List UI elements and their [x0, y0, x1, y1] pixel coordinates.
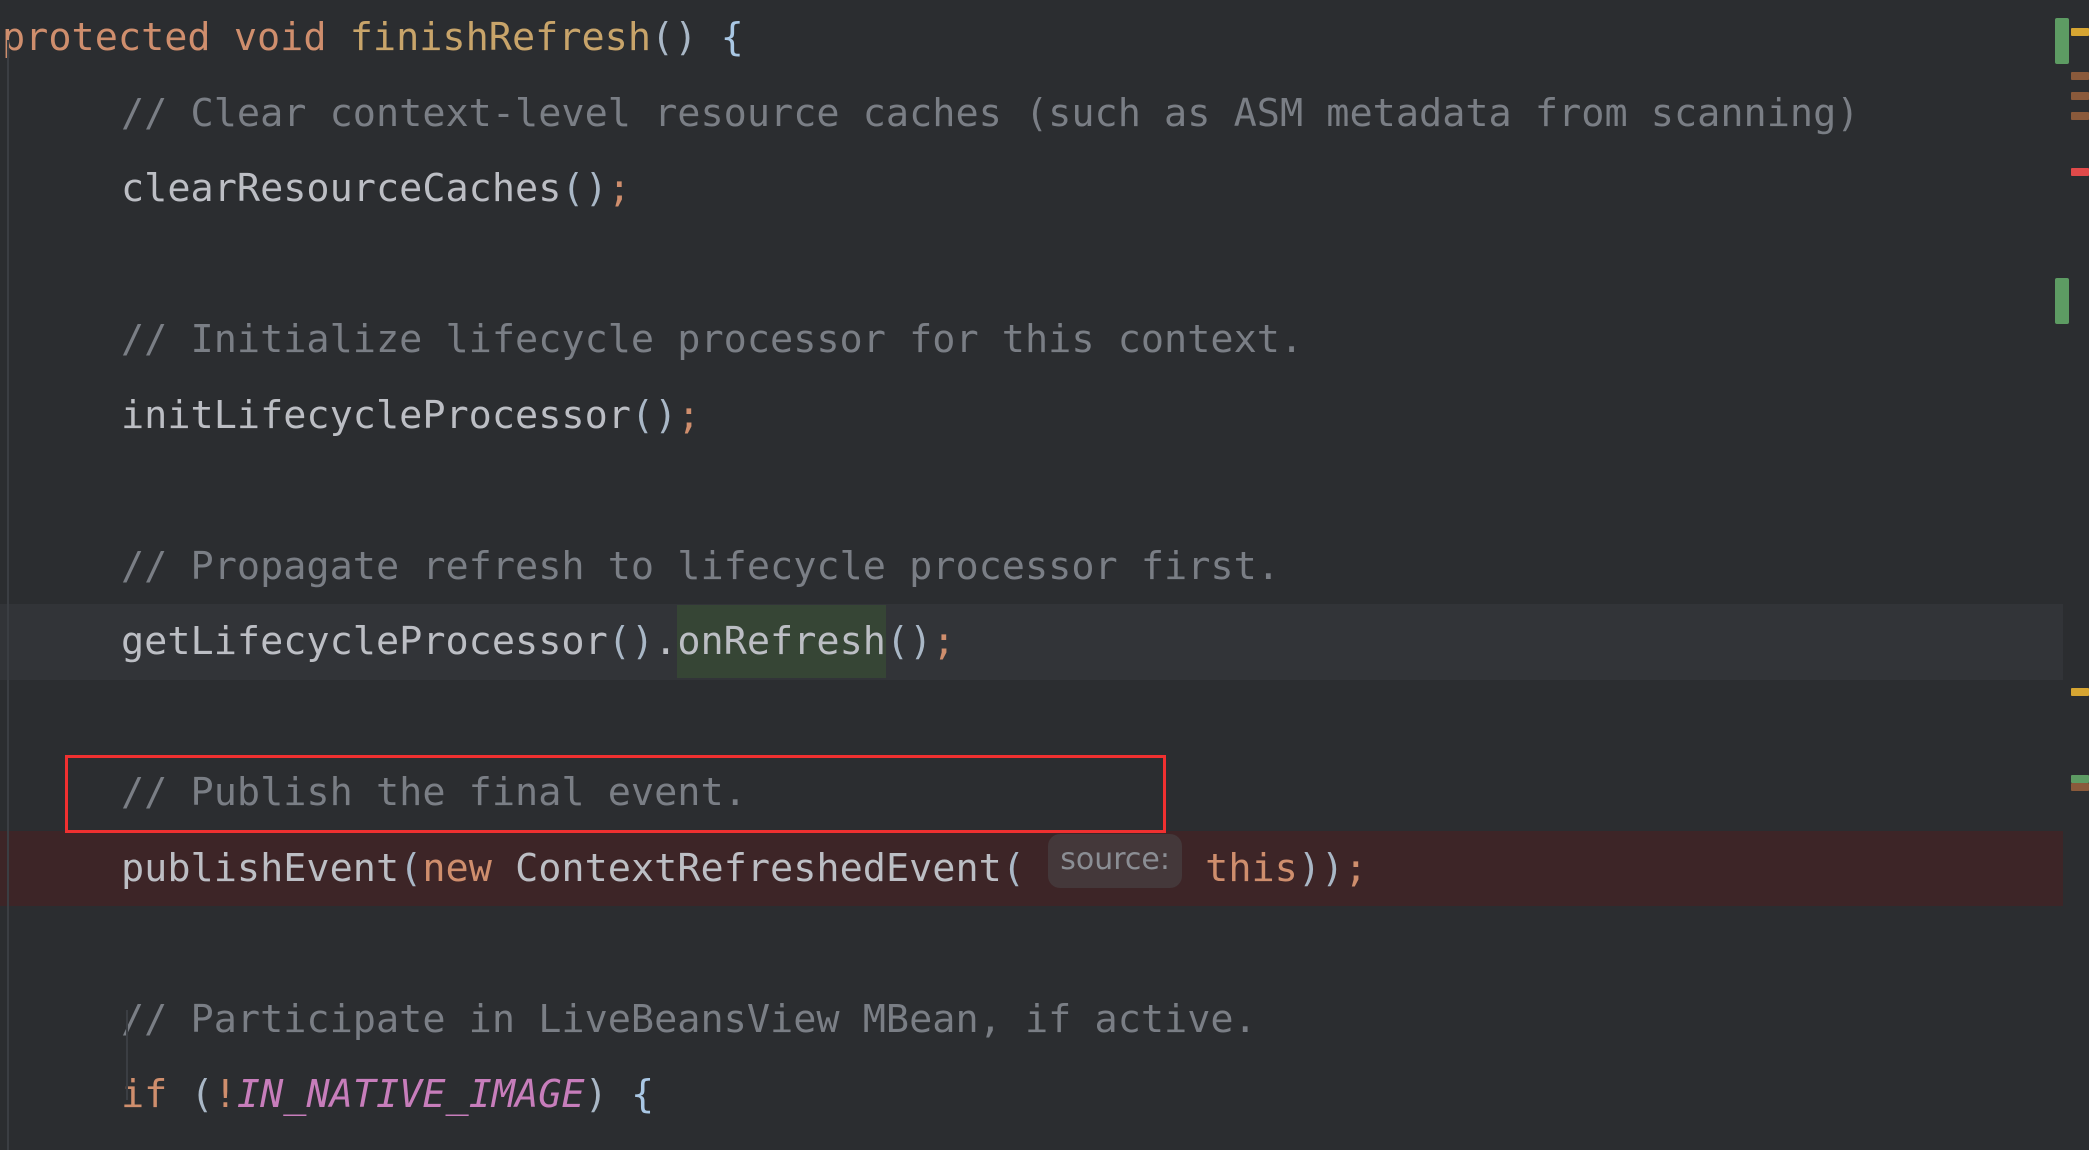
code-token: ) [584, 1072, 608, 1117]
code-token: ( [1001, 845, 1026, 891]
code-editor[interactable]: protected void finishRefresh() {// Clear… [0, 0, 2089, 1150]
code-token: // Propagate refresh to lifecycle proces… [121, 543, 1280, 589]
code-token: // Participate in LiveBeansView MBean, i… [121, 996, 1257, 1042]
code-token: ( [399, 845, 423, 891]
code-token: { [720, 15, 744, 60]
code-token: new [422, 845, 492, 891]
parameter-inlay-hint: source: [1048, 833, 1182, 888]
code-line[interactable] [0, 906, 2089, 982]
code-line[interactable] [0, 227, 2089, 303]
code-line[interactable]: clearResourceCaches(); [0, 151, 2089, 227]
code-token: () [561, 166, 608, 211]
code-token: ; [607, 166, 631, 211]
code-token: // Clear context-level resource caches (… [121, 90, 1860, 136]
code-token: void [233, 15, 327, 60]
code-token: () [607, 619, 655, 664]
marker-green-modified-1[interactable] [2055, 18, 2069, 64]
code-token: { [630, 1072, 655, 1117]
code-line[interactable]: publishEvent(new ContextRefreshedEvent( … [0, 830, 2089, 906]
code-line[interactable]: // Initialize lifecycle processor for th… [0, 302, 2089, 378]
code-token: // Publish the final event. [121, 770, 747, 815]
code-line[interactable]: LiveBeansView.registerApplicationContext… [0, 1133, 2089, 1150]
code-line[interactable]: // Clear context-level resource caches (… [0, 76, 2089, 152]
code-line[interactable]: if (!IN_NATIVE_IMAGE) { [0, 1057, 2089, 1133]
code-token: finishRefresh [349, 15, 652, 60]
marker-warning-2[interactable] [2071, 688, 2089, 696]
marker-warning-1[interactable] [2071, 28, 2089, 36]
code-token: ContextRefreshedEvent [515, 845, 1002, 891]
code-line[interactable] [0, 680, 2089, 756]
code-token: ; [932, 619, 956, 664]
code-line[interactable]: getLifecycleProcessor().onRefresh(); [0, 604, 2089, 680]
code-line[interactable]: initLifecycleProcessor(); [0, 378, 2089, 454]
marker-brown-1[interactable] [2071, 72, 2089, 80]
marker-green-modified-2[interactable] [2055, 278, 2069, 324]
indent-guide-level-1 [7, 40, 9, 1150]
code-token: IN_NATIVE_IMAGE [236, 1072, 585, 1117]
code-token: () [651, 15, 698, 60]
code-token: initLifecycleProcessor [121, 392, 631, 438]
code-token: () [885, 619, 933, 664]
code-token: publishEvent [121, 845, 400, 891]
code-token: )) [1297, 845, 1345, 891]
code-token: // Initialize lifecycle processor for th… [121, 317, 1304, 362]
marker-brown-4[interactable] [2071, 783, 2089, 791]
code-token: clearResourceCaches [121, 166, 562, 211]
code-line[interactable]: // Participate in LiveBeansView MBean, i… [0, 982, 2089, 1058]
analysis-marker-gutter[interactable] [2055, 0, 2089, 1150]
usage-highlight-token[interactable]: onRefresh [677, 605, 886, 678]
marker-brown-3[interactable] [2071, 112, 2089, 120]
code-line[interactable]: protected void finishRefresh() { [0, 0, 2089, 76]
code-text-surface[interactable]: protected void finishRefresh() {// Clear… [0, 0, 2089, 1150]
code-token: () [630, 392, 678, 438]
code-line[interactable]: // Propagate refresh to lifecycle proces… [0, 529, 2089, 605]
code-token: ( [190, 1072, 214, 1117]
code-token: ; [677, 392, 701, 438]
marker-brown-2[interactable] [2071, 92, 2089, 100]
code-token: . [654, 619, 678, 664]
indent-guide-level-2 [126, 1010, 128, 1100]
code-line[interactable] [0, 453, 2089, 529]
marker-green-modified-3[interactable] [2071, 775, 2089, 783]
code-token: ! [213, 1072, 237, 1117]
code-token: ; [1344, 845, 1368, 891]
code-token: protected [2, 15, 211, 60]
code-line[interactable]: // Publish the final event. [0, 755, 2089, 831]
code-token: getLifecycleProcessor [121, 619, 608, 664]
code-token: this [1205, 845, 1298, 891]
marker-error-1[interactable] [2071, 168, 2089, 176]
